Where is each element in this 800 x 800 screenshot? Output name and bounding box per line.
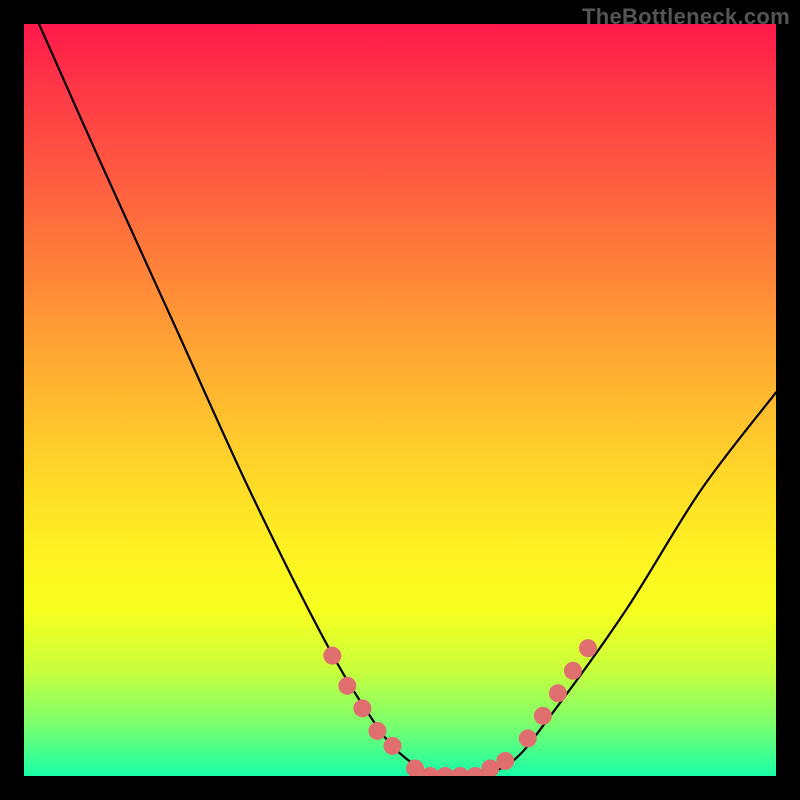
marker-dot: [534, 707, 552, 725]
marker-dot: [579, 639, 597, 657]
bottleneck-curve: [39, 24, 776, 776]
watermark-text: TheBottleneck.com: [582, 4, 790, 30]
marker-dot: [519, 729, 537, 747]
marker-dot: [564, 662, 582, 680]
marker-dot: [353, 699, 371, 717]
chart-frame: TheBottleneck.com: [0, 0, 800, 800]
marker-dot: [383, 737, 401, 755]
marker-dot: [368, 722, 386, 740]
chart-overlay: [24, 24, 776, 776]
marker-dot: [549, 684, 567, 702]
marker-dot: [323, 647, 341, 665]
marker-dot: [338, 677, 356, 695]
plot-area: [24, 24, 776, 776]
marker-dot: [496, 752, 514, 770]
